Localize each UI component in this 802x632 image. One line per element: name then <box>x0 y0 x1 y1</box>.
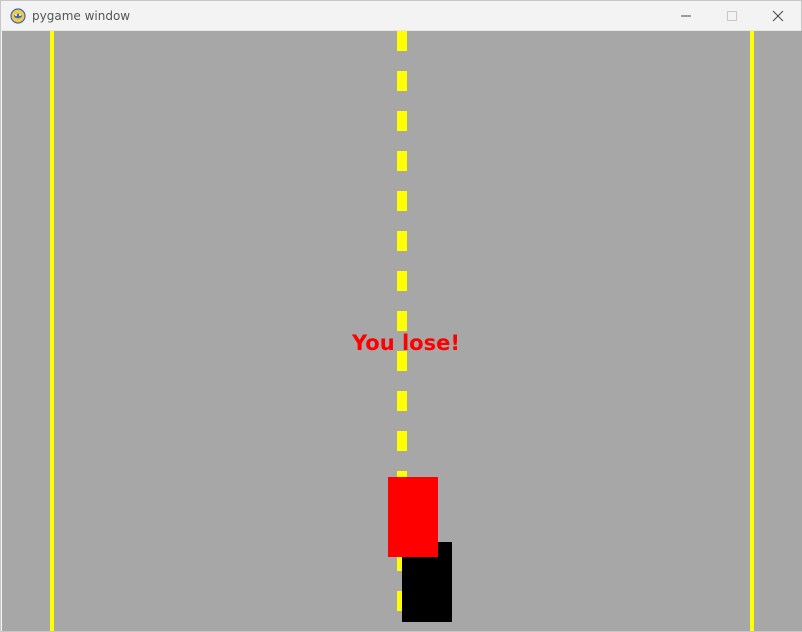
maximize-icon <box>727 11 737 21</box>
minimize-icon <box>681 15 691 17</box>
left-road-edge-line <box>50 31 54 631</box>
window-title: pygame window <box>32 8 131 23</box>
center-lane-dash <box>397 231 407 251</box>
right-road-edge-line <box>750 31 754 631</box>
center-lane-dash <box>397 71 407 91</box>
center-lane-dash <box>397 191 407 211</box>
game-canvas[interactable]: You lose! <box>2 31 802 631</box>
maximize-button[interactable] <box>709 1 755 31</box>
minimize-button[interactable] <box>663 1 709 31</box>
center-lane-dash <box>397 151 407 171</box>
center-lane-dash <box>397 431 407 451</box>
center-lane-dash <box>397 391 407 411</box>
pygame-window: pygame window You lose! <box>0 0 802 632</box>
center-lane-dash <box>397 271 407 291</box>
center-lane-dash <box>397 311 407 331</box>
title-bar[interactable]: pygame window <box>1 1 801 31</box>
close-icon <box>772 10 784 22</box>
center-lane-dash <box>397 31 407 51</box>
center-lane-dash <box>397 111 407 131</box>
pygame-snake-icon <box>10 7 26 24</box>
window-controls <box>663 1 801 31</box>
close-button[interactable] <box>755 1 801 31</box>
player-car <box>388 477 438 557</box>
game-over-message: You lose! <box>352 331 460 355</box>
